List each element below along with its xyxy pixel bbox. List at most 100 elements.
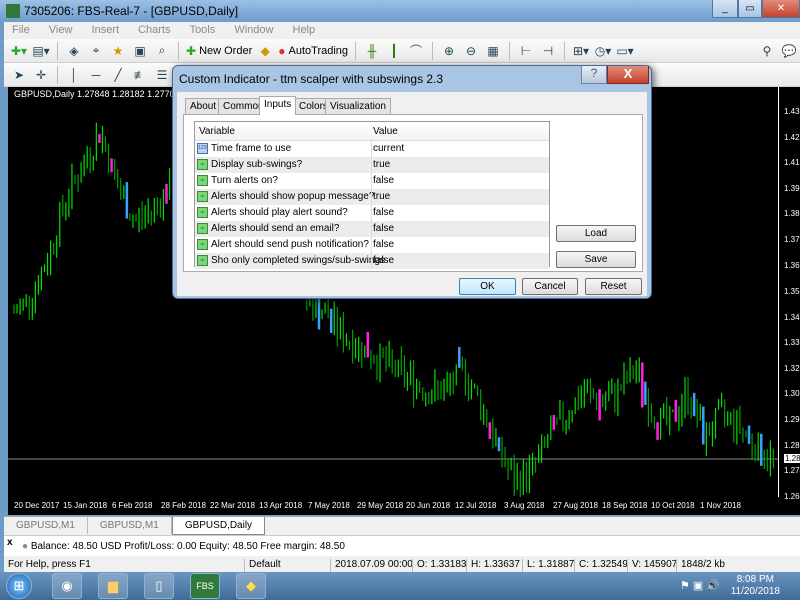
- close-window-button[interactable]: ✕: [762, 0, 800, 18]
- table-row[interactable]: ⌁ Alert should send push notification? f…: [195, 237, 549, 253]
- column-variable: Variable: [199, 126, 235, 137]
- fibonacci-icon[interactable]: ☰: [153, 66, 171, 84]
- autotrading-button[interactable]: ● AutoTrading: [278, 42, 348, 60]
- separator: [178, 41, 179, 60]
- tab-visualization[interactable]: Visualization: [325, 98, 391, 114]
- tab-gbpusd-daily[interactable]: GBPUSD,Daily: [171, 517, 266, 535]
- integer-type-icon: 123: [197, 143, 208, 154]
- line-chart-icon[interactable]: ⌒: [407, 42, 425, 60]
- menu-charts[interactable]: Charts: [130, 22, 178, 38]
- account-summary: Balance: 48.50 USD Profit/Loss: 0.00 Equ…: [30, 541, 345, 552]
- chart-shift-icon[interactable]: ⊣: [539, 42, 557, 60]
- vertical-line-icon[interactable]: │: [65, 66, 83, 84]
- explorer-icon[interactable]: ▆: [98, 573, 128, 599]
- fbs-taskbar-icon[interactable]: FBS: [190, 573, 220, 599]
- terminal-close-button[interactable]: x: [7, 537, 13, 548]
- dialog-close-button[interactable]: X: [607, 66, 649, 84]
- tab-gbpusd-m1[interactable]: GBPUSD,M1: [4, 517, 88, 534]
- table-row[interactable]: ⌁ Sho only completed swings/sub-swings f…: [195, 253, 549, 269]
- variable-name: Alert should send push notification?: [211, 239, 369, 250]
- title-bar: 7305206: FBS-Real-7 - [GBPUSD,Daily] _ ▭…: [0, 0, 800, 22]
- table-row[interactable]: ⌁ Display sub-swings? true: [195, 157, 549, 173]
- metaeditor-taskbar-icon[interactable]: ◆: [236, 573, 266, 599]
- tab-inputs[interactable]: Inputs: [259, 96, 297, 115]
- new-chart-icon[interactable]: ✚▾: [10, 42, 28, 60]
- maximize-button[interactable]: ▭: [738, 0, 762, 18]
- table-row[interactable]: ⌁ Turn alerts on? false: [195, 173, 549, 189]
- data-window-icon[interactable]: ⌖: [87, 42, 105, 60]
- cursor-icon[interactable]: ➤: [10, 66, 28, 84]
- separator: [509, 41, 511, 60]
- cancel-button[interactable]: Cancel: [522, 278, 578, 295]
- variable-value[interactable]: true: [373, 159, 390, 170]
- auto-scroll-icon[interactable]: ⊢: [517, 42, 535, 60]
- table-row[interactable]: ⌁ Alerts should show popup message? true: [195, 189, 549, 205]
- price-label: 1.38817: [784, 209, 800, 219]
- crosshair-icon[interactable]: ✛: [32, 66, 50, 84]
- load-button[interactable]: Load: [556, 225, 636, 242]
- variable-value[interactable]: false: [373, 239, 394, 250]
- variable-value[interactable]: false: [373, 255, 394, 266]
- variable-value[interactable]: true: [373, 191, 390, 202]
- table-row[interactable]: ⌁ Alerts should send an email? false: [195, 221, 549, 237]
- variable-value[interactable]: false: [373, 207, 394, 218]
- notepad-icon[interactable]: ▯: [144, 573, 174, 599]
- navigator-icon[interactable]: ★: [109, 42, 127, 60]
- new-order-icon: ✚: [186, 43, 197, 58]
- menu-window[interactable]: Window: [226, 22, 281, 38]
- cell-divider: [371, 157, 372, 173]
- save-button[interactable]: Save: [556, 251, 636, 268]
- boolean-type-icon: ⌁: [197, 239, 208, 250]
- date-label: 15 Jan 2018: [63, 501, 108, 510]
- tab-about[interactable]: About: [185, 98, 222, 114]
- chat-icon[interactable]: 💬: [780, 42, 798, 60]
- metaeditor-icon[interactable]: ◆: [256, 42, 274, 60]
- variable-name: Alerts should play alert sound?: [211, 207, 348, 218]
- price-label: 1.26332: [784, 492, 800, 501]
- tile-windows-icon[interactable]: ▦: [484, 42, 502, 60]
- indicators-icon[interactable]: ⊞▾: [572, 42, 590, 60]
- candlestick-icon[interactable]: ┃: [385, 42, 403, 60]
- date-label: 27 Aug 2018: [553, 501, 598, 510]
- status-volume: V: 145907: [627, 559, 677, 572]
- table-row[interactable]: 123 Time frame to use current: [195, 141, 549, 157]
- cell-divider: [371, 253, 372, 269]
- strategy-tester-icon[interactable]: ⌕: [153, 42, 171, 60]
- price-label: 1.33142: [784, 337, 800, 347]
- market-watch-icon[interactable]: ◈: [65, 42, 83, 60]
- menu-file[interactable]: File: [4, 22, 38, 38]
- templates-icon[interactable]: ▭▾: [616, 42, 634, 60]
- start-button[interactable]: ⊞: [6, 573, 32, 599]
- new-order-button[interactable]: ✚ New Order: [186, 42, 252, 60]
- equidistant-channel-icon[interactable]: ≢: [131, 66, 149, 84]
- clock[interactable]: 8:08 PM 11/20/2018: [731, 574, 780, 598]
- menu-view[interactable]: View: [41, 22, 81, 38]
- menu-tools[interactable]: Tools: [182, 22, 224, 38]
- zoom-in-icon[interactable]: ⊕: [440, 42, 458, 60]
- terminal-icon[interactable]: ▣: [131, 42, 149, 60]
- bar-chart-icon[interactable]: ╫: [363, 42, 381, 60]
- help-button[interactable]: ?: [581, 66, 607, 84]
- trendline-icon[interactable]: ╱: [109, 66, 127, 84]
- status-datetime: 2018.07.09 00:00: [330, 559, 413, 572]
- table-row[interactable]: ⌁ Alerts should play alert sound? false: [195, 205, 549, 221]
- tab-gbpusd-m1-2[interactable]: GBPUSD,M1: [88, 517, 172, 534]
- horizontal-line-icon[interactable]: ─: [87, 66, 105, 84]
- tray-icons[interactable]: ⚑ ▣ 🔊: [680, 579, 720, 592]
- variable-value[interactable]: false: [373, 175, 394, 186]
- chrome-icon[interactable]: ◉: [52, 573, 82, 599]
- minimize-button[interactable]: _: [712, 0, 738, 18]
- search-icon[interactable]: ⚲: [758, 42, 776, 60]
- menu-help[interactable]: Help: [285, 22, 324, 38]
- date-label: 10 Oct 2018: [651, 501, 695, 510]
- periods-icon[interactable]: ◷▾: [594, 42, 612, 60]
- zoom-out-icon[interactable]: ⊖: [462, 42, 480, 60]
- menu-insert[interactable]: Insert: [84, 22, 128, 38]
- variable-value[interactable]: false: [373, 223, 394, 234]
- profiles-icon[interactable]: ▤▾: [32, 42, 50, 60]
- ok-button[interactable]: OK: [459, 278, 516, 295]
- reset-button[interactable]: Reset: [585, 278, 642, 295]
- variable-value[interactable]: current: [373, 143, 404, 154]
- date-label: 3 Aug 2018: [504, 501, 545, 510]
- date-label: 13 Apr 2018: [259, 501, 303, 510]
